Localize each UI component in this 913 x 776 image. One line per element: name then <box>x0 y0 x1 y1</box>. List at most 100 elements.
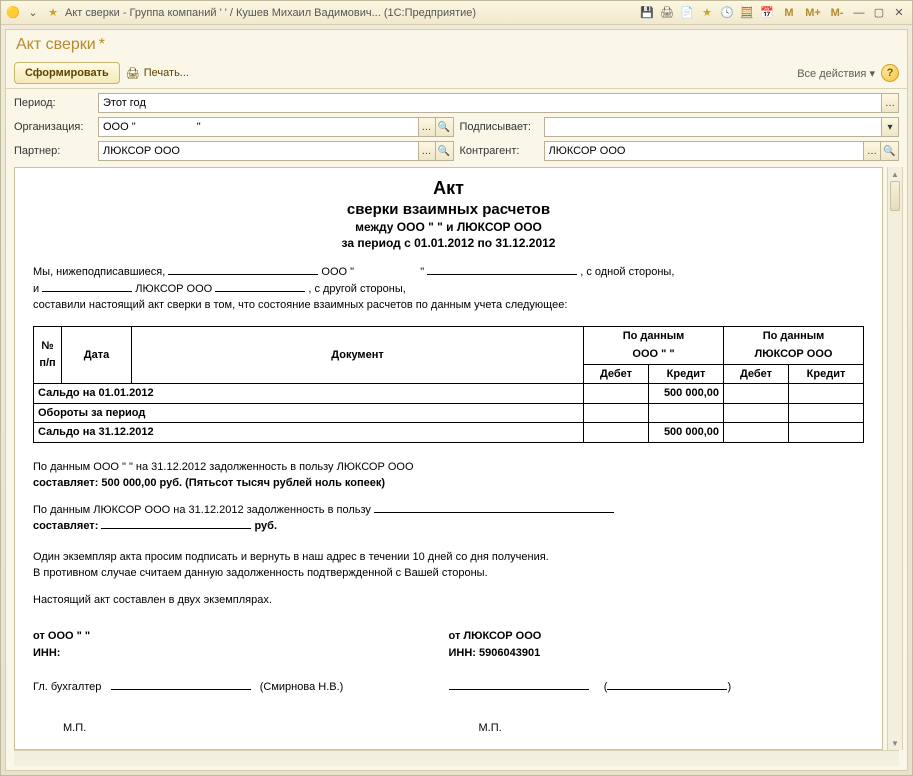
help-button[interactable]: ? <box>881 64 899 82</box>
cell <box>724 423 789 443</box>
scroll-thumb[interactable] <box>890 181 900 211</box>
mem-mplus[interactable]: M+ <box>802 5 824 21</box>
partner-label: Партнер: <box>14 145 92 157</box>
app-icon: 🟡 <box>5 5 21 21</box>
report-between: между ООО " " и ЛЮКСОР ООО <box>33 220 864 234</box>
cell <box>649 403 724 423</box>
blank <box>427 264 577 275</box>
th-debit1: Дебет <box>584 364 649 384</box>
calendar-icon[interactable]: 📅 <box>758 5 776 21</box>
signature-blank <box>449 679 589 690</box>
report-document: Акт сверки взаимных расчетов между ООО "… <box>14 167 883 750</box>
period-input[interactable] <box>98 93 881 113</box>
debt-text-2a: По данным ЛЮКСОР ООО на 31.12.2012 задол… <box>33 502 864 519</box>
note-2: В противном случае считаем данную задолж… <box>33 565 864 582</box>
row-label: Сальдо на 01.01.2012 <box>34 384 584 404</box>
calc-icon[interactable]: 🧮 <box>738 5 756 21</box>
mp-1: М.П. <box>33 720 449 737</box>
save-icon[interactable]: 💾 <box>638 5 656 21</box>
intro1b: ООО " <box>321 266 354 278</box>
debt-text-1a: По данным ООО " " на 31.12.2012 задолжен… <box>33 459 864 476</box>
print-link[interactable]: 🖨 Печать... <box>126 67 189 80</box>
intro-line-2: и ЛЮКСОР ООО , с другой стороны, <box>33 281 864 298</box>
report-title-1: Акт <box>33 178 864 199</box>
title-bar: 🟡 ⌄ ★ Акт сверки - Группа компаний ' ' /… <box>1 1 912 25</box>
org-label: Организация: <box>14 121 92 133</box>
printer-icon: 🖨 <box>126 67 140 80</box>
cell: 500 000,00 <box>649 384 724 404</box>
export-icon[interactable]: 📄 <box>678 5 696 21</box>
counterparty-search-button[interactable]: 🔍 <box>881 141 899 161</box>
period-picker-button[interactable]: … <box>881 93 899 113</box>
report-title-2: сверки взаимных расчетов <box>33 201 864 218</box>
window-title: Акт сверки - Группа компаний ' ' / Кушев… <box>65 7 476 19</box>
back-icon[interactable]: ⌄ <box>25 5 41 21</box>
report-period: за период с 01.01.2012 по 31.12.2012 <box>33 236 864 250</box>
counterparty-input[interactable] <box>544 141 864 161</box>
th-num: № п/п <box>34 326 62 384</box>
org-search-button[interactable]: 🔍 <box>436 117 454 137</box>
inn-1: ИНН: <box>33 645 449 662</box>
scroll-up-icon[interactable]: ▲ <box>888 167 902 181</box>
cell <box>789 384 864 404</box>
partner-picker-button[interactable]: … <box>418 141 436 161</box>
th-by1: По данным <box>584 326 724 345</box>
mp-2: М.П. <box>449 720 865 737</box>
org-picker-button[interactable]: … <box>418 117 436 137</box>
th-by2: По данным <box>724 326 864 345</box>
intro2b: ЛЮКСОР ООО <box>135 283 215 295</box>
history-icon[interactable]: 🕓 <box>718 5 736 21</box>
reconciliation-table: № п/п Дата Документ По данным По данным … <box>33 326 864 443</box>
intro1c: " <box>420 266 427 278</box>
acc-name: (Смирнова Н.В.) <box>260 681 344 693</box>
partner-input[interactable] <box>98 141 418 161</box>
minimize-button[interactable]: — <box>850 5 868 21</box>
print-icon[interactable]: 🖨 <box>658 5 676 21</box>
cell <box>789 423 864 443</box>
signer-dropdown-button[interactable]: ▾ <box>881 117 899 137</box>
page-title: Акт сверки <box>16 36 96 53</box>
signer-field: ▾ <box>544 117 900 137</box>
cell <box>584 403 649 423</box>
cell <box>789 403 864 423</box>
row-label: Сальдо на 31.12.2012 <box>34 423 584 443</box>
all-actions-label: Все действия <box>797 68 866 80</box>
mem-m[interactable]: M <box>778 5 800 21</box>
cell <box>724 403 789 423</box>
favorite-icon[interactable]: ★ <box>698 5 716 21</box>
counterparty-field: … 🔍 <box>544 141 900 161</box>
partner-field: … 🔍 <box>98 141 454 161</box>
signature-blank <box>111 679 251 690</box>
th-by2-sub: ЛЮКСОР ООО <box>724 345 864 364</box>
table-row: Сальдо на 31.12.2012 500 000,00 <box>34 423 864 443</box>
print-link-label: Печать... <box>144 67 189 79</box>
star-icon[interactable]: ★ <box>45 5 61 21</box>
debt-text-2b: составляет: руб. <box>33 518 864 535</box>
intro-line-1: Мы, нижеподписавшиеся, ООО " " , с одной… <box>33 264 864 281</box>
chevron-down-icon: ▾ <box>869 68 875 80</box>
note-3: Настоящий акт составлен в двух экземпляр… <box>33 592 864 609</box>
acc-label: Гл. бухгалтер <box>33 681 101 693</box>
period-field: … <box>98 93 899 113</box>
th-credit2: Кредит <box>789 364 864 384</box>
signer-input[interactable] <box>544 117 882 137</box>
cell <box>584 384 649 404</box>
partner-search-button[interactable]: 🔍 <box>436 141 454 161</box>
generate-button[interactable]: Сформировать <box>14 62 120 84</box>
counterparty-picker-button[interactable]: … <box>863 141 881 161</box>
scroll-down-icon[interactable]: ▼ <box>888 736 902 750</box>
blank <box>374 502 614 513</box>
maximize-button[interactable]: ▢ <box>870 5 888 21</box>
horizontal-scrollbar[interactable] <box>14 750 899 766</box>
debt-text-1b: составляет: 500 000,00 руб. (Пятьсот тыс… <box>33 475 864 492</box>
debt2a: По данным ЛЮКСОР ООО на 31.12.2012 задол… <box>33 504 374 516</box>
close-button[interactable]: ✕ <box>890 5 908 21</box>
all-actions-dropdown[interactable]: Все действия ▾ <box>797 67 875 80</box>
vertical-scrollbar[interactable]: ▲ ▼ <box>887 167 903 750</box>
org-input[interactable] <box>98 117 418 137</box>
mem-mminus[interactable]: M- <box>826 5 848 21</box>
th-doc: Документ <box>132 326 584 384</box>
from-2: от ЛЮКСОР ООО <box>449 628 865 645</box>
modified-indicator: * <box>99 36 105 53</box>
intro1a: Мы, нижеподписавшиеся, <box>33 266 168 278</box>
